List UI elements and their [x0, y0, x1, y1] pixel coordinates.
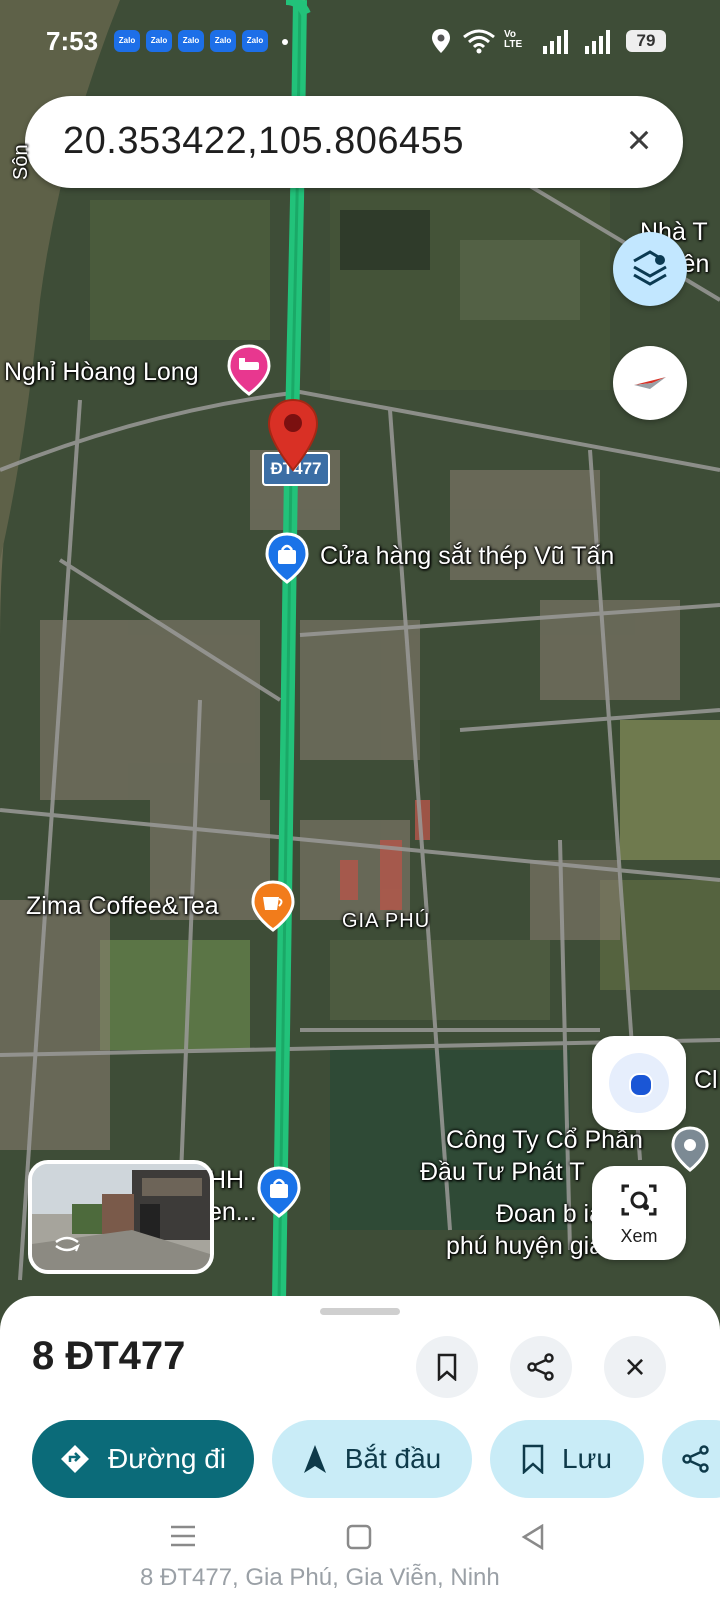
my-location-icon — [629, 1073, 653, 1097]
map-label-river: Sôn — [10, 144, 32, 180]
navigation-arrow-icon — [303, 1445, 326, 1473]
hotel-pin-icon[interactable] — [226, 344, 272, 396]
dropped-pin-icon[interactable] — [266, 398, 320, 472]
map-label-area: GIA PHÚ — [342, 910, 431, 932]
bookmark-icon — [437, 1353, 457, 1381]
cafe-pin-icon[interactable] — [250, 880, 296, 932]
map-label-shop[interactable]: Cửa hàng sắt thép Vũ Tấn — [320, 542, 614, 571]
zalo-icon: Zalo — [146, 30, 172, 52]
signal-icon — [543, 30, 568, 54]
my-location-button[interactable] — [592, 1036, 686, 1130]
wifi-icon — [463, 29, 495, 54]
clock: 7:53 — [46, 26, 99, 56]
zalo-icon: Zalo — [242, 30, 268, 52]
camera-lens-icon — [621, 1184, 657, 1216]
directions-icon — [60, 1445, 89, 1473]
map-label-cafe[interactable]: Zima Coffee&Tea — [26, 892, 219, 921]
lens-button[interactable]: Xem — [592, 1166, 686, 1260]
directions-button[interactable]: Đường đi — [32, 1420, 254, 1498]
address-peek: 8 ĐT477, Gia Phú, Gia Viễn, Ninh — [140, 1564, 500, 1591]
save-button[interactable]: Lưu — [490, 1420, 644, 1498]
place-title: 8 ĐT477 — [32, 1334, 186, 1378]
zalo-icon: Zalo — [210, 30, 236, 52]
start-button[interactable]: Bắt đầu — [272, 1420, 472, 1498]
close-icon[interactable]: × — [604, 1336, 666, 1398]
map-label-youth-1[interactable]: Đoan b ia — [496, 1200, 603, 1229]
layers-icon — [633, 250, 667, 286]
notification-dot-icon — [282, 39, 288, 45]
lens-label: Xem — [620, 1226, 658, 1246]
share-icon — [682, 1445, 709, 1473]
start-label: Bắt đầu — [344, 1443, 442, 1474]
back-icon[interactable] — [520, 1524, 546, 1550]
map-label-company-2[interactable]: Đầu Tư Phát T — [420, 1158, 585, 1187]
menu-icon[interactable] — [170, 1524, 196, 1548]
home-icon[interactable] — [346, 1524, 372, 1550]
zalo-icon: Zalo — [114, 30, 140, 52]
sheet-drag-handle[interactable] — [320, 1308, 400, 1315]
close-icon[interactable]: × — [617, 118, 661, 162]
street-view-thumbnail[interactable] — [28, 1160, 214, 1274]
search-bar[interactable]: 20.353422,105.806455 × — [25, 96, 683, 188]
save-label: Lưu — [562, 1443, 612, 1474]
share-icon — [527, 1353, 554, 1381]
shopping-pin-icon[interactable] — [264, 532, 310, 584]
shopping-pin-icon[interactable] — [256, 1166, 302, 1218]
status-bar: 7:53 Zalo Zalo Zalo Zalo Zalo Vo LTE 79 — [0, 0, 720, 80]
share-button[interactable] — [510, 1336, 572, 1398]
bookmark-button[interactable] — [416, 1336, 478, 1398]
map-label-company-1[interactable]: Công Ty Cổ Phần — [446, 1126, 643, 1155]
directions-label: Đường đi — [107, 1443, 227, 1474]
location-icon — [432, 29, 450, 53]
bookmark-icon — [522, 1444, 544, 1474]
zalo-icon: Zalo — [178, 30, 204, 52]
compass-button[interactable] — [613, 346, 687, 420]
street-view-image — [32, 1164, 210, 1270]
layers-button[interactable] — [613, 232, 687, 306]
search-query[interactable]: 20.353422,105.806455 — [63, 120, 464, 163]
map-label-edge[interactable]: Cl — [694, 1066, 718, 1095]
compass-icon — [634, 377, 666, 389]
battery-indicator: 79 — [626, 30, 666, 52]
signal-icon — [585, 30, 610, 54]
map-label-hotel[interactable]: Nghỉ Hòang Long — [4, 358, 199, 387]
map-label-company-left-2[interactable]: en... — [208, 1198, 257, 1227]
place-pin-icon[interactable] — [670, 1126, 710, 1172]
rotate-360-icon — [55, 1236, 80, 1252]
share-pill-button[interactable] — [662, 1420, 720, 1498]
volte-indicator: Vo LTE — [504, 29, 523, 50]
place-bottom-sheet[interactable]: 8 ĐT477 × Đường đi Bắt đầu Lưu 8 ĐT477, … — [0, 1296, 720, 1600]
